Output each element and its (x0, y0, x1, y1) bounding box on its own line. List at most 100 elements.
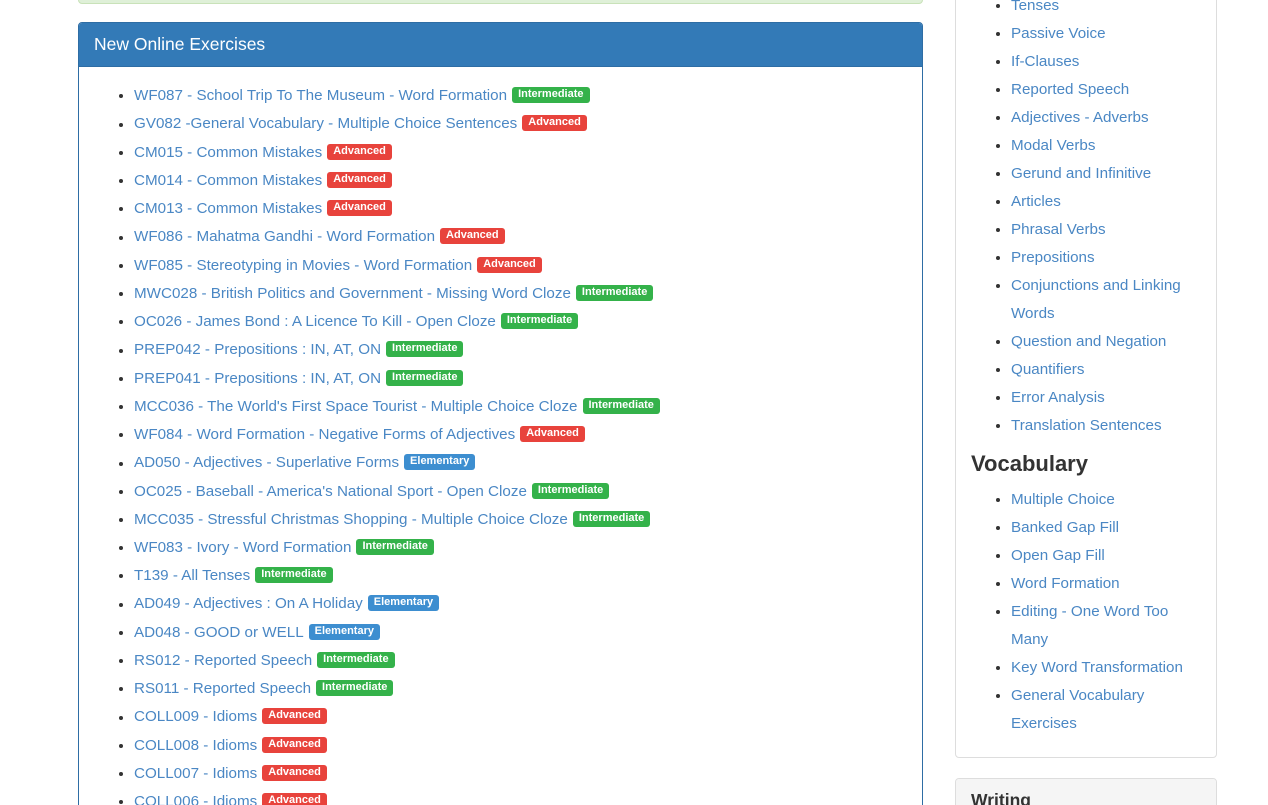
exercise-link[interactable]: GV082 -General Vocabulary - Multiple Cho… (134, 115, 517, 132)
exercise-link[interactable]: CM014 - Common Mistakes (134, 172, 322, 189)
exercise-link[interactable]: OC025 - Baseball - America's National Sp… (134, 483, 527, 500)
exercise-link[interactable]: CM015 - Common Mistakes (134, 144, 322, 161)
sidebar-item-conjunctions-and-linking-words[interactable]: Conjunctions and Linking Words (1011, 277, 1181, 322)
sidebar-item-reported-speech[interactable]: Reported Speech (1011, 81, 1129, 98)
list-item: T139 - All Tenses Intermediate (134, 562, 907, 590)
list-item: CM015 - Common Mistakes Advanced (134, 139, 907, 167)
list-item: COLL008 - Idioms Advanced (134, 732, 907, 760)
exercise-link[interactable]: WF086 - Mahatma Gandhi - Word Formation (134, 228, 435, 245)
sidebar-item-passive-voice[interactable]: Passive Voice (1011, 25, 1106, 42)
list-item: RS011 - Reported Speech Intermediate (134, 675, 907, 703)
level-badge: Intermediate (316, 680, 393, 696)
sidebar-item-banked-gap-fill[interactable]: Banked Gap Fill (1011, 519, 1119, 536)
list-item: Open Gap Fill (1011, 542, 1201, 570)
level-badge: Elementary (309, 624, 380, 640)
list-item: COLL009 - Idioms Advanced (134, 703, 907, 731)
exercise-link[interactable]: COLL008 - Idioms (134, 737, 257, 754)
exercise-link[interactable]: PREP041 - Prepositions : IN, AT, ON (134, 370, 381, 387)
level-badge: Advanced (262, 737, 327, 753)
writing-panel-title: Writing (971, 791, 1201, 805)
level-badge: Advanced (262, 793, 327, 805)
sidebar-item-quantifiers[interactable]: Quantifiers (1011, 361, 1084, 378)
sidebar-item-adjectives-adverbs[interactable]: Adjectives - Adverbs (1011, 109, 1149, 126)
new-online-exercises-panel: New Online Exercises WF087 - School Trip… (78, 22, 923, 805)
level-badge: Advanced (520, 426, 585, 442)
writing-panel-header: Writing (956, 779, 1216, 805)
list-item: Prepositions (1011, 244, 1201, 272)
sidebar-item-gerund-and-infinitive[interactable]: Gerund and Infinitive (1011, 165, 1151, 182)
level-badge: Advanced (327, 144, 392, 160)
sidebar-item-tenses[interactable]: Tenses (1011, 0, 1059, 14)
sidebar-item-general-vocabulary-exercises[interactable]: General Vocabulary Exercises (1011, 687, 1144, 732)
exercise-link[interactable]: RS011 - Reported Speech (134, 680, 311, 697)
list-item: Banked Gap Fill (1011, 514, 1201, 542)
level-badge: Elementary (404, 454, 475, 470)
exercise-link[interactable]: AD048 - GOOD or WELL (134, 624, 304, 641)
list-item: If-Clauses (1011, 48, 1201, 76)
page-root: New Online Exercises WF087 - School Trip… (0, 0, 1268, 805)
exercise-link[interactable]: WF083 - Ivory - Word Formation (134, 539, 351, 556)
level-badge: Advanced (262, 765, 327, 781)
exercise-link[interactable]: T139 - All Tenses (134, 567, 250, 584)
list-item: Gerund and Infinitive (1011, 160, 1201, 188)
main-content-column: New Online Exercises WF087 - School Trip… (78, 22, 923, 805)
level-badge: Advanced (262, 708, 327, 724)
sidebar-item-prepositions[interactable]: Prepositions (1011, 249, 1095, 266)
exercise-link[interactable]: PREP042 - Prepositions : IN, AT, ON (134, 341, 381, 358)
list-item: MCC036 - The World's First Space Tourist… (134, 393, 907, 421)
exercise-link[interactable]: AD049 - Adjectives : On A Holiday (134, 595, 363, 612)
sidebar-item-multiple-choice[interactable]: Multiple Choice (1011, 491, 1115, 508)
sidebar-item-key-word-transformation[interactable]: Key Word Transformation (1011, 659, 1183, 676)
list-item: Conjunctions and Linking Words (1011, 272, 1201, 328)
page-title: New Online Exercises (94, 35, 907, 54)
sidebar-item-error-analysis[interactable]: Error Analysis (1011, 389, 1105, 406)
list-item: AD050 - Adjectives - Superlative Forms El… (134, 449, 907, 477)
list-item: Error Analysis (1011, 384, 1201, 412)
exercise-link[interactable]: OC026 - James Bond : A Licence To Kill -… (134, 313, 496, 330)
exercise-link[interactable]: WF084 - Word Formation - Negative Forms … (134, 426, 515, 443)
writing-panel: Writing (955, 778, 1217, 805)
sidebar-item-articles[interactable]: Articles (1011, 193, 1061, 210)
level-badge: Intermediate (501, 313, 578, 329)
sidebar-item-if-clauses[interactable]: If-Clauses (1011, 53, 1079, 70)
level-badge: Intermediate (255, 567, 332, 583)
list-item: WF085 - Stereotyping in Movies - Word Fo… (134, 252, 907, 280)
list-item: MWC028 - British Politics and Government… (134, 280, 907, 308)
list-item: WF083 - Ivory - Word FormationIntermedia… (134, 534, 907, 562)
exercise-link[interactable]: RS012 - Reported Speech (134, 652, 312, 669)
list-item: Tenses (1011, 0, 1201, 20)
sidebar-item-word-formation[interactable]: Word Formation (1011, 575, 1120, 592)
exercise-link[interactable]: COLL009 - Idioms (134, 708, 257, 725)
list-item: General Vocabulary Exercises (1011, 682, 1201, 738)
exercise-link[interactable]: CM013 - Common Mistakes (134, 200, 322, 217)
list-item: Editing - One Word Too Many (1011, 598, 1201, 654)
exercise-link[interactable]: AD050 - Adjectives - Superlative Forms (134, 454, 399, 471)
level-badge: Advanced (522, 115, 587, 131)
list-item: Adjectives - Adverbs (1011, 104, 1201, 132)
exercise-link[interactable]: MCC035 - Stressful Christmas Shopping - … (134, 511, 568, 528)
categories-panel: GrammarTensesPassive VoiceIf-ClausesRepo… (955, 0, 1217, 758)
sidebar-item-modal-verbs[interactable]: Modal Verbs (1011, 137, 1095, 154)
list-item: Multiple Choice (1011, 486, 1201, 514)
list-item: CM013 - Common MistakesAdvanced (134, 195, 907, 223)
list-item: Reported Speech (1011, 76, 1201, 104)
list-item: GV082 -General Vocabulary - Multiple Cho… (134, 110, 907, 138)
exercise-link[interactable]: MCC036 - The World's First Space Tourist… (134, 398, 578, 415)
panel-body: WF087 - School Trip To The Museum - Word… (79, 67, 922, 805)
sidebar-item-open-gap-fill[interactable]: Open Gap Fill (1011, 547, 1105, 564)
sidebar-item-translation-sentences[interactable]: Translation Sentences (1011, 417, 1162, 434)
sidebar-section-heading: Vocabulary (971, 452, 1201, 476)
list-item: Translation Sentences (1011, 412, 1201, 440)
level-badge: Intermediate (532, 483, 609, 499)
sidebar-item-question-and-negation[interactable]: Question and Negation (1011, 333, 1166, 350)
exercise-link[interactable]: COLL006 - Idioms (134, 793, 257, 805)
list-item: Word Formation (1011, 570, 1201, 598)
categories-panel-body: GrammarTensesPassive VoiceIf-ClausesRepo… (956, 0, 1216, 757)
exercise-link[interactable]: MWC028 - British Politics and Government… (134, 285, 571, 302)
exercise-link[interactable]: WF085 - Stereotyping in Movies - Word Fo… (134, 257, 472, 274)
sidebar-item-editing-one-word-too-many[interactable]: Editing - One Word Too Many (1011, 603, 1168, 648)
sidebar-item-phrasal-verbs[interactable]: Phrasal Verbs (1011, 221, 1106, 238)
list-item: RS012 - Reported SpeechIntermediate (134, 647, 907, 675)
exercise-link[interactable]: COLL007 - Idioms (134, 765, 257, 782)
exercise-link[interactable]: WF087 - School Trip To The Museum - Word… (134, 87, 507, 104)
